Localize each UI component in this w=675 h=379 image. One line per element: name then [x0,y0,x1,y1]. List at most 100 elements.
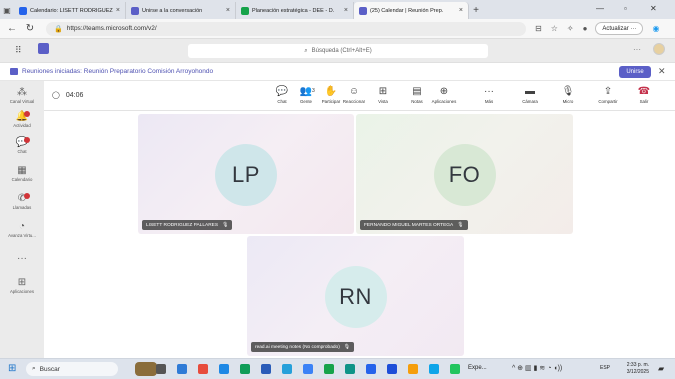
participant-name-tag: LISETT RODRIGUEZ PALLARES 🎙 [142,220,233,230]
taskbar-app-icon[interactable] [261,364,271,374]
language-indicator[interactable]: ESP [600,365,610,371]
rail-item[interactable]: 💬 Chat [0,137,44,154]
taskbar-app-icon[interactable] [219,364,229,374]
join-button[interactable]: Unirse [619,66,651,78]
close-window-button[interactable]: ✕ [650,4,657,13]
participant-avatar: LP [215,144,277,206]
browser-tab[interactable]: Unirse a la conversación × [126,2,236,19]
minimize-button[interactable]: — [596,4,604,13]
taskbar-app-icon[interactable] [135,362,157,376]
search-input[interactable]: ⌕ Búsqueda (Ctrl+Alt+E) [188,44,488,58]
toolbar-label: Chat [277,99,287,104]
taskbar-app-icon[interactable] [282,364,292,374]
taskbar-app-icon[interactable] [345,364,355,374]
update-button[interactable]: Actualizar ··· [595,22,644,35]
maximize-button[interactable]: ▫ [624,4,627,13]
toolbar-button[interactable]: ☺ Reaccionar [339,85,369,104]
search-placeholder: Búsqueda (Ctrl+Alt+E) [311,48,372,54]
toolbar-button[interactable]: ☎ Salir [629,85,659,104]
running-app-label[interactable]: Expe... [468,365,487,371]
windows-start-icon[interactable]: ⊞ [8,364,16,374]
new-tab-button[interactable]: + [469,2,483,19]
participant-name-tag: read.ai meeting notes (No comprobado) 🎙 [251,342,355,352]
taskbar-app-icon[interactable] [156,364,166,374]
taskbar-app-icon[interactable] [387,364,397,374]
close-tab-icon[interactable]: × [226,7,230,14]
refresh-icon[interactable]: ↻ [24,23,36,34]
close-tab-icon[interactable]: × [116,7,120,14]
rail-item[interactable]: ◔ Avanza Virtu... [0,221,44,238]
taskbar-app-icon[interactable] [324,364,334,374]
rail-icon: ··· [17,253,27,264]
taskbar-search[interactable]: ⌕ Buscar [26,362,118,376]
taskbar-app-icon[interactable] [303,364,313,374]
taskbar-clock[interactable]: 2:33 p. m. 3/12/2025 [627,362,649,376]
rail-icon: ◔ [18,221,26,232]
browser-tab-strip: ▣ Calendario: LISETT RODRIGUEZ P. × Unirse… [0,0,675,19]
close-banner-icon[interactable]: ✕ [658,66,666,77]
participant-name-tag: FERNANDO MIGUEL MARTES ORTEGA 🎙 [360,220,468,230]
browser-tab[interactable]: (25) Calendar | Reunión Prep. × [354,2,469,19]
toolbar-button[interactable]: ⊕ Aplicaciones [429,85,459,104]
notifications-icon[interactable]: ▰ [658,364,664,373]
participant-tile[interactable]: LP LISETT RODRIGUEZ PALLARES 🎙 [138,114,354,234]
notification-badge [24,111,30,117]
rail-item[interactable]: ✆ Llamadas [0,193,44,210]
toolbar-button[interactable]: ⇪ Compartir [593,85,623,104]
rail-item[interactable]: ▦ Calendario [0,165,44,182]
browser-tab[interactable]: Calendario: LISETT RODRIGUEZ P. × [14,2,126,19]
tab-favicon-icon [359,6,367,15]
browser-tab[interactable]: Planeación estratégica - DEE - D. × [236,2,354,19]
taskbar-app-icon[interactable] [177,364,187,374]
toolbar-label: Reaccionar [342,99,366,104]
toolbar-label: Más [484,99,494,104]
left-app-rail: ⁂ Canal Virtual 🔔 Actividad 💬 Chat ▦ Calendario… [0,81,44,358]
participant-tile[interactable]: RN read.ai meeting notes (No comprobado) 🎙 [247,236,464,356]
address-bar: ← ↻ 🔒 https://teams.microsoft.com/v2/ ⊟ … [0,19,675,39]
rail-item[interactable]: 🔔 Actividad [0,111,44,128]
taskbar-app-icon[interactable] [408,364,418,374]
rail-label: Avanza Virtu... [8,233,36,238]
toolbar-button[interactable]: ··· Más [474,85,504,104]
toolbar-button[interactable]: ▤ Notas [402,85,432,104]
people-count: 3 [312,88,315,94]
taskbar-app-icon[interactable] [450,364,460,374]
reader-icon[interactable]: ⊟ [535,24,542,33]
toolbar-icon: ⊕ [439,86,449,97]
rail-item[interactable]: ⊞ Aplicaciones [0,277,44,294]
timer-text: 04:06 [65,91,84,99]
profile-icon[interactable]: ● [583,24,588,33]
video-stage: LP LISETT RODRIGUEZ PALLARES 🎙 FO FERNANDO M… [44,111,675,358]
system-tray-icons[interactable]: ^ ⊕ ▥ ▮ ≋ ◔ ◖)) [512,364,562,372]
taskbar-app-icon[interactable] [366,364,376,374]
close-tab-icon[interactable]: × [344,7,348,14]
favorite-star-icon[interactable]: ☆ [551,24,558,33]
app-grid-icon[interactable]: ⠿ [15,45,22,56]
toolbar-button[interactable]: ▬ Cámara [515,85,545,104]
rail-item[interactable]: ··· [0,253,44,265]
toolbar-label: Cámara [522,99,538,104]
copilot-icon[interactable]: ◉ [652,24,659,33]
tab-favicon-icon [241,6,249,15]
participant-name: FERNANDO MIGUEL MARTES ORTEGA [364,222,454,228]
clock-date: 3/12/2025 [626,369,649,375]
meeting-toolbar: ◯ 04:06 💬 Chat 👥 Gente 3 ✋ Participar ☺ Reaccion… [44,81,675,111]
toolbar-button[interactable]: ⊞ Vista [368,85,398,104]
toolbar-button[interactable]: 🎙 Micro [553,85,583,104]
url-field[interactable]: 🔒 https://teams.microsoft.com/v2/ [46,21,526,36]
back-icon[interactable]: ← [6,23,18,34]
taskbar-app-icon[interactable] [240,364,250,374]
more-options-icon[interactable]: ··· [633,45,641,54]
taskbar-app-icon[interactable] [429,364,439,374]
tab-favicon-icon [131,6,139,15]
taskbar-app-icon[interactable] [198,364,208,374]
window-menu-icon[interactable]: ▣ [0,2,14,19]
toolbar-label: Aplicaciones [431,99,457,104]
close-tab-icon[interactable]: × [459,7,463,14]
toolbar-label: Participar [321,99,341,104]
participant-tile[interactable]: FO FERNANDO MIGUEL MARTES ORTEGA 🎙 [356,114,573,234]
tab-title: Unirse a la conversación [142,7,203,14]
rail-item[interactable]: ⁂ Canal Virtual [0,87,44,104]
favorites-icon[interactable]: ✧ [567,24,574,33]
avatar[interactable] [653,43,665,55]
